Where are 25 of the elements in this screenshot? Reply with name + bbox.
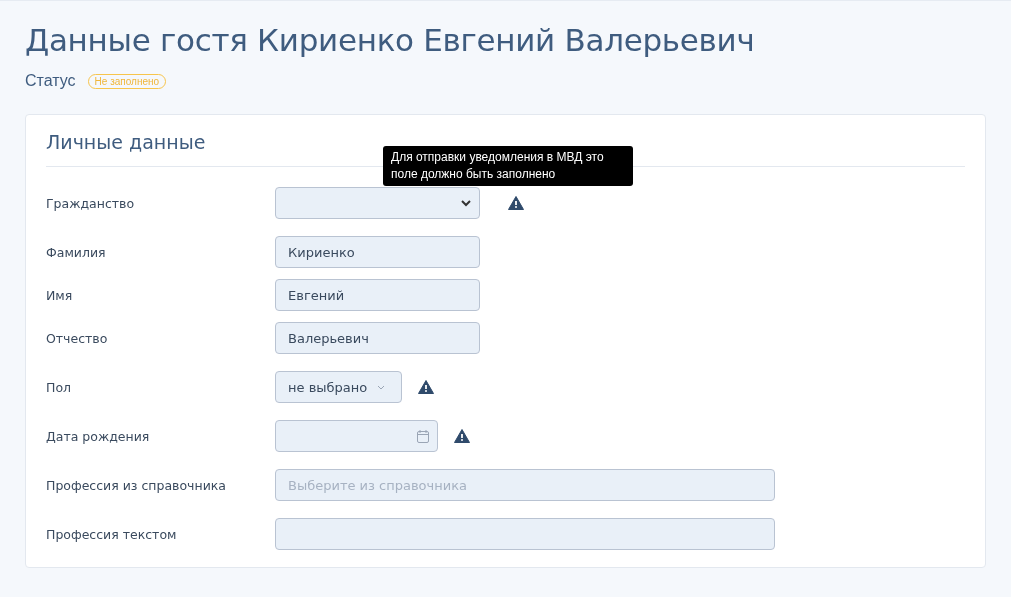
calendar-icon — [417, 429, 429, 443]
text-field[interactable]: Кириенко — [275, 236, 480, 268]
page-title: Данные гостя Кириенко Евгений Валерьевич — [25, 21, 756, 60]
status-label: Статус — [25, 72, 76, 90]
gender-dropdown[interactable]: не выбрано — [275, 371, 402, 403]
profession-lookup-field[interactable]: Выберите из справочника — [275, 469, 775, 501]
caret-icon — [377, 384, 386, 390]
chevron-icon — [461, 199, 471, 207]
warning-icon[interactable] — [418, 380, 434, 394]
tooltip: Для отправки уведомления в МВД это поле должно быть заполнено — [383, 146, 633, 186]
warning-icon[interactable] — [508, 196, 524, 210]
field-label: Гражданство — [46, 195, 136, 211]
select-field[interactable] — [275, 187, 480, 219]
field-label: Дата рождения — [46, 428, 151, 444]
text-field[interactable]: Валерьевич — [275, 322, 480, 354]
field-label: Пол — [46, 379, 73, 395]
date-field[interactable] — [275, 420, 438, 452]
field-label: Профессия текстом — [46, 526, 178, 542]
text-field[interactable]: Евгений — [275, 279, 480, 311]
field-label: Фамилия — [46, 244, 107, 260]
field-label: Отчество — [46, 330, 109, 346]
warning-icon[interactable] — [454, 429, 470, 443]
field-label: Профессия из справочника — [46, 477, 227, 493]
profession-text-field[interactable] — [275, 518, 775, 550]
field-label: Имя — [46, 287, 74, 303]
